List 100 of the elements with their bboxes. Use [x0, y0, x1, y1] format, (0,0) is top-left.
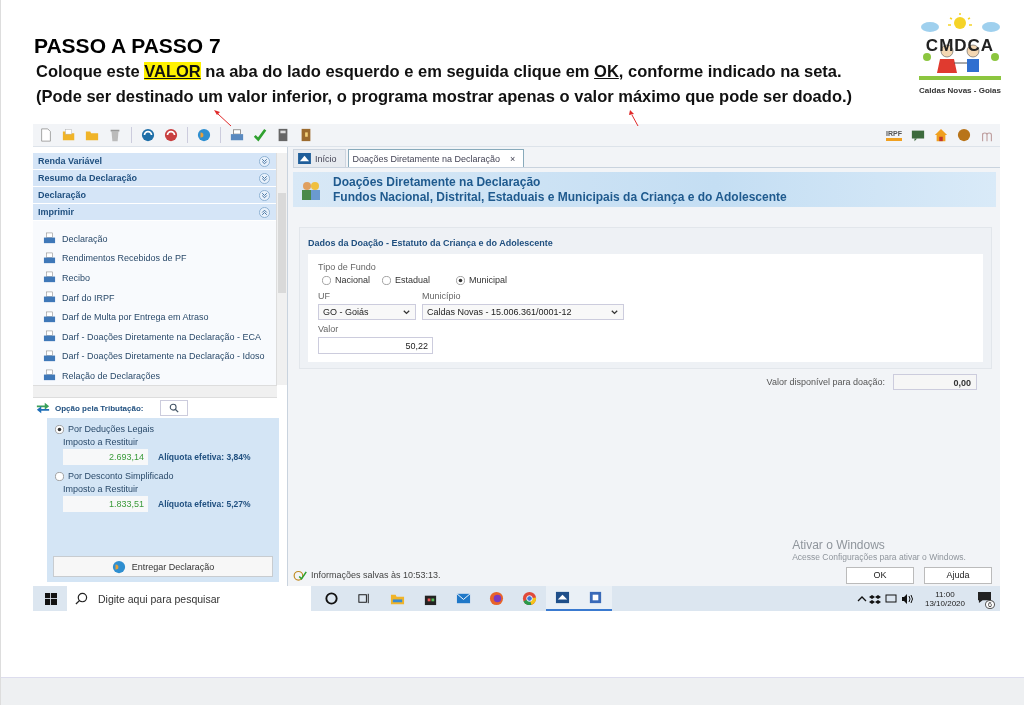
chevron-icon[interactable]: [259, 172, 270, 184]
clock-time[interactable]: 11:00: [935, 589, 955, 599]
book-icon[interactable]: [299, 128, 313, 142]
field-label: Município: [422, 291, 462, 301]
radio-icon[interactable]: [456, 275, 466, 285]
activation-text: Acesse Configurações para ativar o Windows.: [792, 552, 966, 562]
radio-option[interactable]: Nacional: [322, 275, 371, 285]
pointer-arrow: [629, 110, 639, 127]
amount-input[interactable]: 50,22: [318, 337, 433, 354]
radio-icon[interactable]: [322, 275, 331, 285]
activation-title: Ativar o Windows: [792, 538, 886, 552]
accordion-label: Resumo da Declaração: [38, 173, 138, 183]
state-dropdown[interactable]: GO - Goiás: [318, 304, 416, 320]
calculator-icon[interactable]: [276, 128, 290, 142]
amount-field: 1.833,51: [63, 496, 148, 512]
print-menu-item[interactable]: Darf de Multa por Entrega em Atraso: [43, 307, 276, 327]
horizontal-scrollbar[interactable]: [33, 385, 277, 398]
print-menu-item[interactable]: Relação de Declarações: [43, 366, 276, 386]
rate-text: Alíquota efetiva: 5,27%: [158, 499, 251, 509]
printer-icon: [43, 349, 56, 363]
dialog-button[interactable]: OK: [846, 566, 914, 584]
notification-icon[interactable]: [977, 591, 992, 604]
tab[interactable]: Início: [293, 149, 346, 167]
circle-icon: [324, 591, 339, 606]
accordion-header[interactable]: Resumo da Declaração: [33, 170, 276, 186]
chevron-icon[interactable]: [259, 189, 270, 201]
radio-option[interactable]: Por Desconto Simplificado: [55, 471, 271, 481]
print-menu-item[interactable]: Declaração: [43, 229, 276, 249]
instruction-text: Coloque este VALOR na aba do lado esquerdo e em seguida clique em OK, conforme indicado na seta.: [36, 61, 843, 82]
sync-lock-icon[interactable]: [164, 128, 178, 142]
chat-icon[interactable]: [911, 128, 925, 142]
page-heading: PASSO A PASSO 7: [34, 34, 222, 58]
chevron-icon[interactable]: [259, 206, 270, 218]
browser-icon: [522, 591, 537, 606]
field-label: Valor: [318, 324, 340, 334]
printer-icon: [43, 251, 56, 265]
mail-icon: [456, 591, 471, 606]
accordion-label: Imprimir: [38, 207, 74, 217]
taskbar-search-field[interactable]: Digite aqui para pesquisar: [67, 586, 311, 611]
open-folder-icon[interactable]: [62, 128, 76, 142]
print-menu-item[interactable]: Darf - Doações Diretamente na Declaração - Idoso: [43, 346, 276, 367]
printer-icon: [43, 271, 56, 285]
accordion-header[interactable]: Renda Variável: [33, 153, 276, 169]
radio-option[interactable]: Municipal: [456, 275, 508, 285]
taskbar-app[interactable]: [546, 586, 579, 611]
available-amount-field: 0,00: [893, 374, 977, 390]
radio-option[interactable]: Por Deduções Legais: [55, 424, 271, 434]
trash-icon[interactable]: [108, 128, 122, 142]
radio-icon[interactable]: [382, 275, 392, 285]
field-label: UF: [318, 291, 331, 301]
rate-text: Alíquota efetiva: 3,84%: [158, 452, 251, 462]
pointer-arrow: [214, 110, 232, 127]
field-label: Imposto a Restituir: [63, 437, 140, 447]
printer-icon: [43, 291, 56, 305]
logo-caption: Caldas Novas - Goias: [919, 86, 1001, 95]
windows-start-icon[interactable]: [45, 592, 57, 605]
checkmark-icon[interactable]: [253, 128, 267, 142]
banner-subtitle: Fundos Nacional, Distrital, Estaduais e Municipais da Criança e do Adolescente: [333, 189, 787, 205]
home-icon[interactable]: [934, 128, 948, 142]
accordion-header[interactable]: Declaração: [33, 187, 276, 203]
print-menu-item[interactable]: Rendimentos Recebidos de PF: [43, 248, 276, 269]
clock-check-icon: [293, 568, 307, 582]
city-dropdown[interactable]: Caldas Novas - 15.006.361/0001-12: [422, 304, 624, 320]
sync-icon[interactable]: [141, 128, 155, 142]
chevron-icon[interactable]: [259, 155, 270, 167]
globe-icon: [111, 559, 126, 574]
banner-title: Doações Diretamente na Declaração: [333, 174, 542, 190]
printer-icon: [43, 369, 56, 383]
search-icon: [75, 592, 88, 605]
clock-date[interactable]: 13/10/2020: [924, 598, 965, 608]
new-document-icon[interactable]: [39, 128, 53, 142]
search-button[interactable]: [160, 400, 189, 416]
radio-icon[interactable]: [55, 424, 64, 434]
globe-icon[interactable]: [197, 128, 211, 142]
swap-arrows-icon: [36, 401, 50, 415]
task-view-icon: [357, 591, 372, 606]
vertical-scrollbar[interactable]: [276, 153, 287, 385]
print-menu-item[interactable]: Darf - Doações Diretamente na Declaração - ECA: [43, 326, 276, 347]
tab[interactable]: Doações Diretamente na Declaração ×: [347, 149, 525, 167]
printer-icon: [43, 310, 56, 324]
field-label: Imposto a Restituir: [63, 484, 140, 494]
dialog-button[interactable]: Ajuda: [924, 566, 992, 584]
status-text: Informações salvas às 10:53:13.: [311, 570, 441, 580]
submit-declaration-button[interactable]: Entregar Declaração: [53, 556, 273, 577]
browser-icon: [489, 591, 504, 606]
print-menu-item[interactable]: Recibo: [43, 268, 276, 288]
window-icon: [298, 153, 311, 164]
amount-field: 2.693,14: [63, 449, 148, 465]
app-icon: [555, 590, 570, 605]
radio-option[interactable]: Estadual: [382, 275, 431, 285]
printer-icon[interactable]: [230, 128, 244, 142]
section-title: Dados da Doação - Estatuto da Criança e do Adolescente: [308, 238, 554, 248]
available-label: Valor disponível para doação:: [766, 377, 885, 387]
print-menu-item[interactable]: Darf do IRPF: [43, 287, 276, 308]
accordion-header[interactable]: Imprimir: [33, 204, 276, 220]
document-icon: [588, 590, 603, 605]
taxation-label: Opção pela Tributação:: [55, 403, 144, 413]
accordion-label: Renda Variável: [38, 156, 103, 166]
radio-icon[interactable]: [55, 471, 64, 481]
logo-title: CMDCA: [925, 36, 995, 56]
